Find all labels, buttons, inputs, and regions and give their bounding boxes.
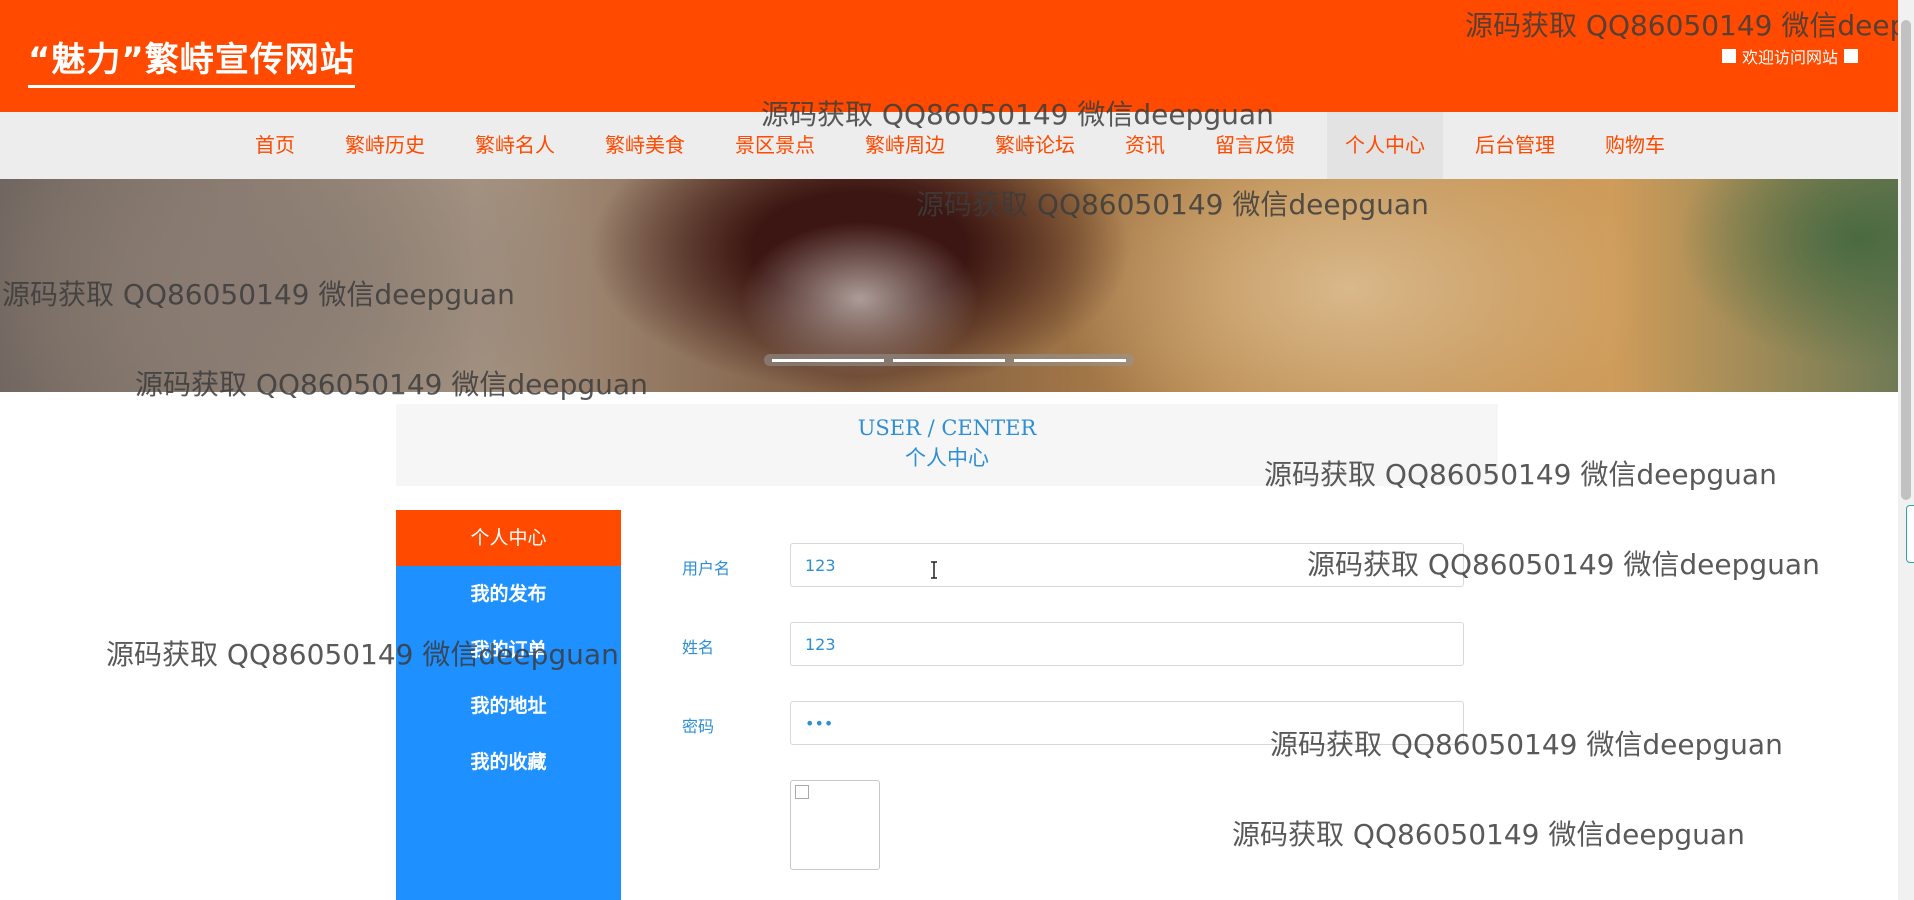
side-widget-tab[interactable] <box>1906 505 1914 563</box>
main-nav: 首页 繁峙历史 繁峙名人 繁峙美食 景区景点 繁峙周边 繁峙论坛 资讯 留言反馈… <box>0 112 1898 179</box>
carousel-indicators <box>764 354 1134 366</box>
site-title[interactable]: “魅力”繁峙宣传网站 <box>28 32 355 88</box>
welcome-text: 欢迎访问网站 <box>1741 48 1838 67</box>
nav-item-history[interactable]: 繁峙历史 <box>327 112 443 179</box>
user-sidebar: 个人中心 我的发布 我的订单 我的地址 我的收藏 <box>396 510 621 900</box>
avatar-upload[interactable] <box>790 780 880 870</box>
carousel-dot-1[interactable] <box>772 358 885 362</box>
square-icon <box>1721 49 1736 63</box>
password-label: 密码 <box>682 717 715 736</box>
carousel-dot-3[interactable] <box>1013 358 1126 362</box>
nav-item-home[interactable]: 首页 <box>237 112 313 179</box>
username-label: 用户名 <box>682 559 731 578</box>
square-icon <box>1844 49 1858 63</box>
name-label: 姓名 <box>682 638 715 657</box>
welcome-banner: 欢迎访问网站 <box>1721 44 1858 68</box>
nav-item-admin[interactable]: 后台管理 <box>1457 112 1573 179</box>
nav-item-user-center[interactable]: 个人中心 <box>1327 112 1443 179</box>
nav-item-news[interactable]: 资讯 <box>1107 112 1183 179</box>
nav-item-surroundings[interactable]: 繁峙周边 <box>847 112 963 179</box>
nav-item-forum[interactable]: 繁峙论坛 <box>977 112 1093 179</box>
nav-item-celebrities[interactable]: 繁峙名人 <box>457 112 573 179</box>
text-cursor-icon <box>931 561 937 579</box>
sidebar-item-user-center[interactable]: 个人中心 <box>396 510 621 566</box>
nav-item-cart[interactable]: 购物车 <box>1587 112 1683 179</box>
name-input[interactable] <box>790 622 1464 666</box>
sidebar-item-my-orders[interactable]: 我的订单 <box>396 622 621 678</box>
section-title-box: USER / CENTER 个人中心 <box>396 404 1498 486</box>
sidebar-item-my-posts[interactable]: 我的发布 <box>396 566 621 622</box>
vertical-scrollbar[interactable] <box>1898 0 1914 900</box>
username-input[interactable] <box>790 543 1464 587</box>
nav-item-food[interactable]: 繁峙美食 <box>587 112 703 179</box>
watermark-text: 源码获取 QQ86050149 微信deepguan <box>1232 818 1745 851</box>
carousel-dot-2[interactable] <box>892 358 1005 362</box>
broken-image-icon <box>795 785 809 799</box>
sidebar-item-my-favorites[interactable]: 我的收藏 <box>396 734 621 790</box>
nav-item-feedback[interactable]: 留言反馈 <box>1197 112 1313 179</box>
banner-carousel <box>0 179 1898 392</box>
sidebar-item-my-address[interactable]: 我的地址 <box>396 678 621 734</box>
section-title-en: USER / CENTER <box>857 416 1037 440</box>
section-title-cn: 个人中心 <box>905 446 989 470</box>
scrollbar-thumb[interactable] <box>1901 20 1911 500</box>
site-header: “魅力”繁峙宣传网站 欢迎访问网站 <box>0 0 1898 112</box>
password-input[interactable] <box>790 701 1464 745</box>
nav-item-scenic-spots[interactable]: 景区景点 <box>717 112 833 179</box>
